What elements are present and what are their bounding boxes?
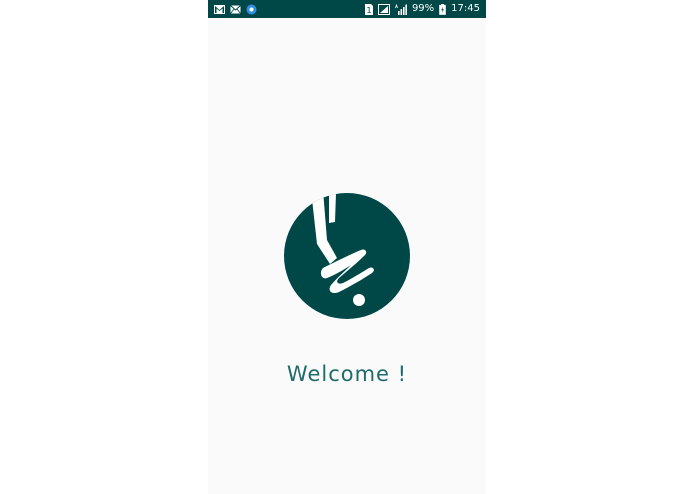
status-notifications bbox=[214, 3, 257, 15]
signal-box-icon bbox=[377, 3, 390, 15]
sim-label: 1 bbox=[366, 6, 371, 15]
welcome-message: Welcome ! bbox=[286, 362, 408, 386]
phone-screen: 1 99% 17:45 Welcome ! bbox=[208, 0, 486, 494]
status-clock: 17:45 bbox=[451, 3, 480, 14]
app-logo bbox=[283, 192, 411, 320]
email-icon bbox=[230, 3, 241, 15]
signal-strength-icon bbox=[395, 3, 407, 15]
battery-percentage: 99% bbox=[411, 3, 435, 14]
gmail-icon bbox=[214, 3, 225, 15]
status-bar: 1 99% 17:45 bbox=[208, 0, 486, 18]
sim-icon: 1 bbox=[364, 3, 373, 15]
battery-icon bbox=[439, 3, 446, 15]
logo-circle bbox=[284, 193, 410, 319]
app-notification-icon bbox=[246, 3, 257, 15]
status-system: 1 99% 17:45 bbox=[364, 3, 480, 15]
